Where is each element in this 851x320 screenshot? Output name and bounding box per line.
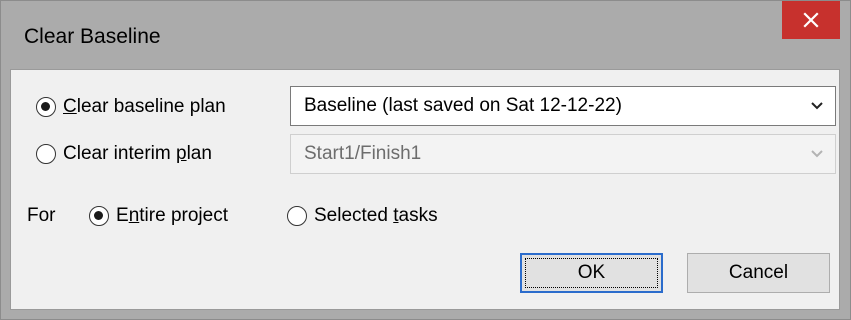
chevron-down-icon[interactable] [799, 87, 835, 125]
close-button[interactable] [782, 1, 840, 39]
radio-indicator-unchecked[interactable] [287, 206, 307, 226]
focus-rectangle [525, 258, 658, 288]
cancel-button[interactable]: Cancel [687, 253, 830, 293]
selected-tasks-radio[interactable]: Selected tasks [287, 204, 438, 228]
chevron-down-icon[interactable] [799, 135, 835, 173]
baseline-plan-dropdown[interactable]: Baseline (last saved on Sat 12-12-22) [290, 86, 836, 126]
close-x-icon [803, 12, 819, 28]
radio-indicator-checked[interactable] [89, 206, 109, 226]
clear-interim-plan-label: Clear interim plan [63, 143, 212, 164]
ok-button[interactable]: OK [520, 253, 663, 293]
title-bar[interactable]: Clear Baseline [1, 1, 850, 57]
entire-project-radio[interactable]: Entire project [89, 204, 228, 228]
cancel-button-label: Cancel [728, 262, 789, 283]
clear-baseline-plan-radio[interactable]: Clear baseline plan [36, 95, 226, 119]
dialog-client-area: Clear baseline plan Baseline (last saved… [10, 69, 840, 310]
radio-indicator-checked[interactable] [36, 97, 56, 117]
radio-indicator-unchecked[interactable] [36, 144, 56, 164]
entire-project-label: Entire project [116, 205, 228, 226]
dialog-title: Clear Baseline [24, 25, 161, 48]
selected-tasks-label: Selected tasks [314, 205, 438, 226]
clear-baseline-plan-label: Clear baseline plan [63, 96, 226, 117]
clear-interim-plan-radio[interactable]: Clear interim plan [36, 142, 212, 166]
baseline-plan-selected-value: Baseline (last saved on Sat 12-12-22) [304, 95, 622, 116]
clear-baseline-dialog: Clear Baseline Clear baseline plan Basel… [0, 0, 851, 320]
for-label: For [27, 205, 56, 226]
interim-plan-dropdown[interactable]: Start1/Finish1 [290, 134, 836, 174]
interim-plan-selected-value: Start1/Finish1 [304, 143, 422, 164]
